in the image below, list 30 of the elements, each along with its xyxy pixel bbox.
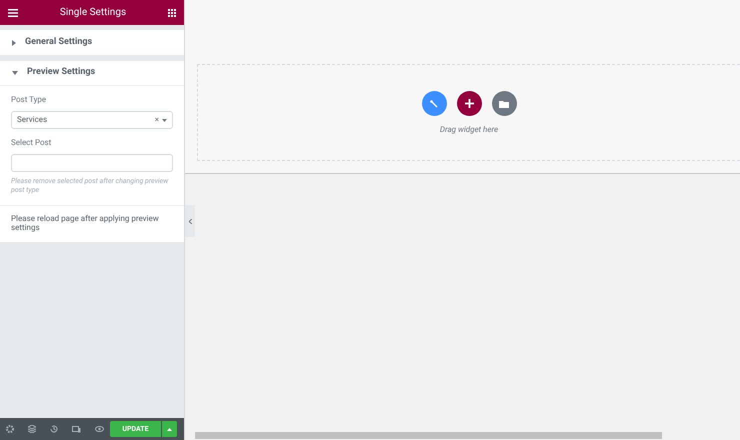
scrollbar-thumb[interactable] [195, 432, 662, 439]
eye-icon[interactable] [95, 426, 104, 432]
section-header[interactable]: Preview Settings [0, 61, 184, 86]
caret-up-icon [167, 428, 172, 430]
chevron-left-icon [188, 218, 192, 224]
drop-hint: Drag widget here [440, 124, 498, 136]
reload-note: Please reload page after applying preview settings [11, 214, 160, 232]
section-header[interactable]: General Settings [0, 30, 184, 55]
publish-options-button[interactable] [162, 421, 177, 437]
field-label: Post Type [11, 94, 48, 106]
devices-icon[interactable] [72, 426, 81, 432]
add-section-button[interactable] [456, 91, 482, 116]
post-type-select[interactable]: Services × [11, 111, 173, 129]
folder-icon [499, 100, 509, 108]
panel-toggle[interactable] [185, 205, 195, 237]
field-label: Select Post [11, 137, 52, 149]
panel-title: Single Settings [58, 6, 128, 20]
menu-icon[interactable] [8, 8, 18, 16]
grid-icon[interactable] [168, 8, 176, 16]
select-post-field[interactable] [11, 154, 173, 172]
clear-icon[interactable]: × [154, 114, 159, 126]
template-button[interactable] [492, 91, 516, 116]
plus-icon [464, 99, 474, 108]
drop-zone[interactable]: Drag widget here [197, 64, 740, 161]
caret-down-icon [162, 118, 167, 122]
settings-icon[interactable] [6, 425, 14, 433]
wand-button[interactable] [422, 91, 446, 116]
layers-icon[interactable] [28, 425, 36, 433]
wand-icon [430, 100, 438, 108]
history-icon[interactable] [50, 425, 58, 433]
